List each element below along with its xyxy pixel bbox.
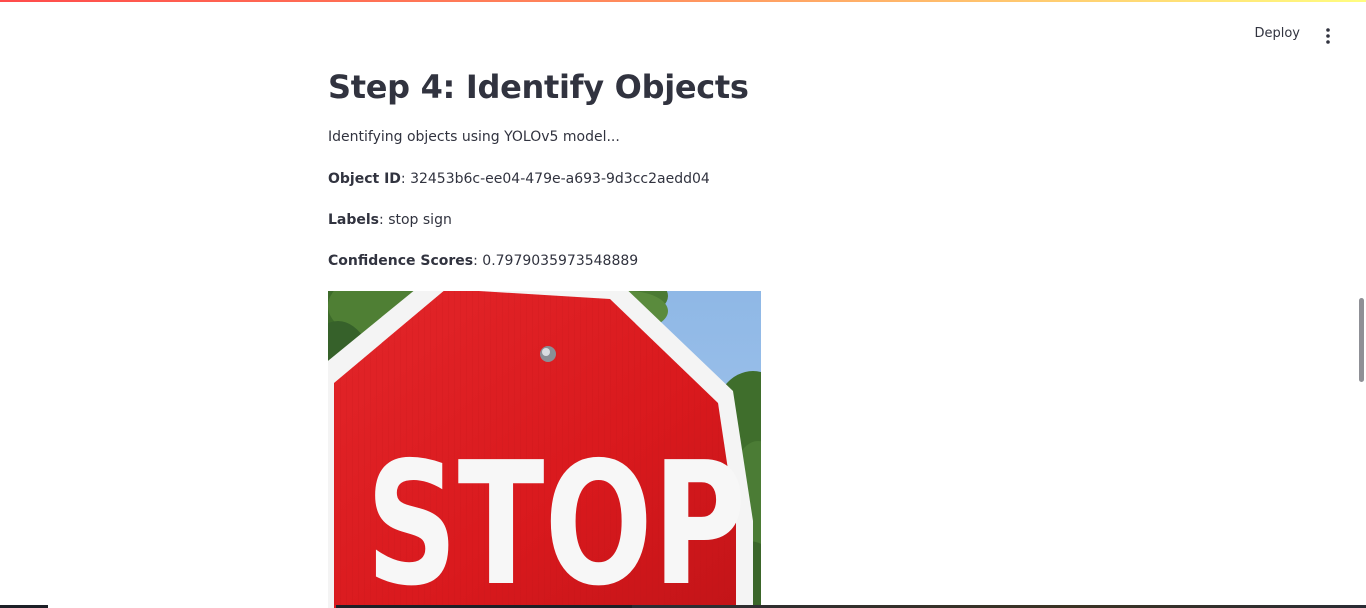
confidence-value: : 0.7979035973548889 <box>473 253 639 269</box>
object-id-line: Object ID: 32453b6c-ee04-479e-a693-9d3cc… <box>328 169 710 189</box>
labels-line: Labels: stop sign <box>328 210 452 230</box>
more-vertical-icon <box>1326 28 1330 44</box>
page-scrollbar[interactable] <box>1359 298 1364 382</box>
deploy-button[interactable]: Deploy <box>1254 24 1300 43</box>
page-title: Step 4: Identify Objects <box>328 68 749 106</box>
object-id-label: Object ID <box>328 171 401 187</box>
app-header: Deploy <box>0 2 1366 60</box>
detection-image: STOP <box>328 291 761 608</box>
confidence-label: Confidence Scores <box>328 253 474 269</box>
confidence-line: Confidence Scores: 0.7979035973548889 <box>328 251 638 271</box>
status-text: Identifying objects using YOLOv5 model..… <box>328 127 620 147</box>
labels-label: Labels <box>328 212 380 228</box>
stop-sign-text: STOP <box>366 426 746 608</box>
main-menu-button[interactable] <box>1318 26 1338 46</box>
labels-value: : stop sign <box>379 212 452 228</box>
object-id-value: : 32453b6c-ee04-479e-a693-9d3cc2aedd04 <box>400 171 710 187</box>
status-text-value: Identifying objects using YOLOv5 model..… <box>328 129 620 145</box>
stop-sign-photo: STOP <box>328 291 761 608</box>
